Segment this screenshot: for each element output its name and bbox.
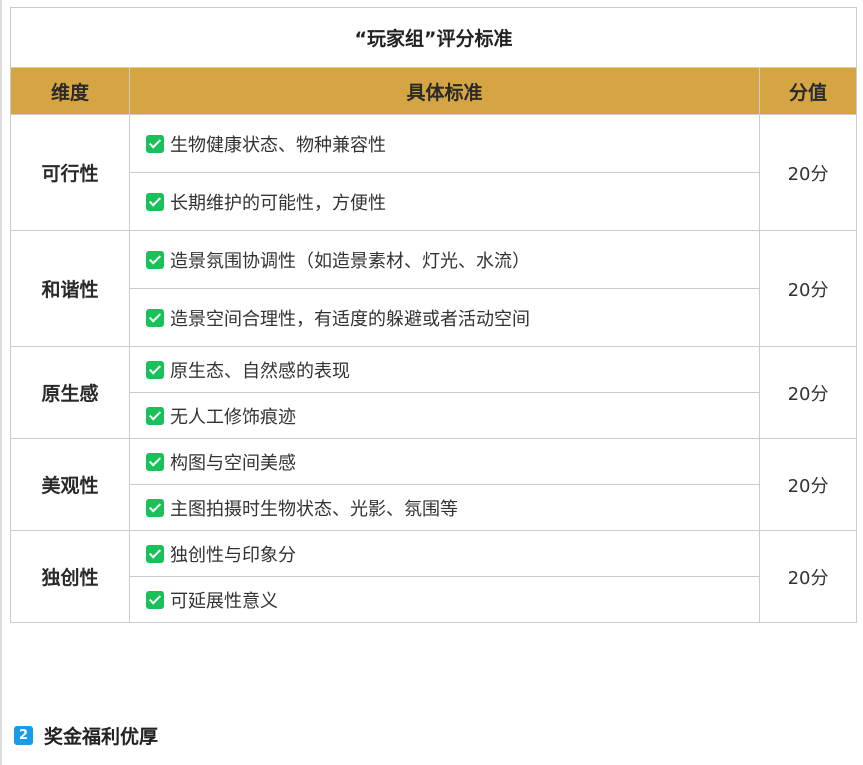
table-header-row: 维度 具体标准 分值: [10, 67, 858, 115]
check-box-icon: [146, 360, 164, 379]
criteria-text: 主图拍摄时生物状态、光影、氛围等: [170, 498, 458, 520]
table-row: 造景空间合理性，有适度的躲避或者活动空间: [11, 288, 857, 347]
table-row: 可行性 生物健康状态、物种兼容性 20分: [10, 114, 858, 231]
criteria-text: 生物健康状态、物种兼容性: [170, 134, 386, 156]
table-row: 主图拍摄时生物状态、光影、氛围等: [11, 484, 857, 531]
score-cell: 20分: [758, 114, 858, 231]
criteria-cell: 长期维护的可能性，方便性: [129, 172, 760, 231]
table-row: 无人工修饰痕迹: [11, 392, 857, 439]
section-heading: 2 奖金福利优厚: [14, 722, 158, 749]
header-score: 分值: [758, 67, 858, 115]
criteria-cell: 可延展性意义: [129, 576, 760, 623]
score-cell: 20分: [758, 346, 858, 439]
table-row: 长期维护的可能性，方便性: [11, 172, 857, 231]
section-title: 奖金福利优厚: [44, 726, 159, 748]
check-box-icon: [146, 250, 164, 269]
criteria-text: 长期维护的可能性，方便性: [170, 192, 386, 214]
criteria-text: 原生态、自然感的表现: [170, 360, 350, 382]
check-box-icon: [146, 308, 164, 327]
dimension-cell: 美观性: [10, 438, 130, 531]
criteria-cell: 造景空间合理性，有适度的躲避或者活动空间: [129, 288, 760, 347]
check-box-icon: [146, 192, 164, 211]
table-row: 和谐性 造景氛围协调性（如造景素材、灯光、水流） 20分: [10, 230, 858, 347]
criteria-cell: 无人工修饰痕迹: [129, 392, 760, 439]
score-cell: 20分: [758, 230, 858, 347]
section-number-badge: 2: [14, 726, 33, 745]
table-row: 独创性 独创性与印象分 20分: [10, 530, 858, 623]
score-cell: 20分: [758, 438, 858, 531]
criteria-cell: 主图拍摄时生物状态、光影、氛围等: [129, 484, 760, 531]
criteria-text: 无人工修饰痕迹: [170, 406, 296, 428]
table-row: 美观性 构图与空间美感 20分: [10, 438, 858, 531]
check-box-icon: [146, 590, 164, 609]
check-box-icon: [146, 406, 164, 425]
dimension-cell: 原生感: [10, 346, 130, 439]
criteria-cell: 造景氛围协调性（如造景素材、灯光、水流）: [129, 230, 760, 289]
check-box-icon: [146, 134, 164, 153]
criteria-cell: 独创性与印象分: [129, 530, 760, 577]
check-box-icon: [146, 452, 164, 471]
criteria-text: 独创性与印象分: [170, 544, 296, 566]
criteria-text: 构图与空间美感: [170, 452, 296, 474]
header-criteria: 具体标准: [129, 67, 760, 115]
check-box-icon: [146, 544, 164, 563]
header-dimension: 维度: [10, 67, 130, 115]
dimension-cell: 独创性: [10, 530, 130, 623]
criteria-cell: 构图与空间美感: [129, 438, 760, 485]
criteria-cell: 原生态、自然感的表现: [129, 346, 760, 393]
table-row: 原生感 原生态、自然感的表现 20分: [10, 346, 858, 439]
criteria-text: 造景氛围协调性（如造景素材、灯光、水流）: [170, 250, 530, 272]
criteria-text: 造景空间合理性，有适度的躲避或者活动空间: [170, 308, 530, 330]
scoring-table: “玩家组”评分标准 维度 具体标准 分值 可行性 生物健康状态、物种兼容性 20…: [9, 7, 858, 623]
page-left-rule: [0, 0, 2, 765]
table-row: 可延展性意义: [11, 576, 857, 623]
check-box-icon: [146, 498, 164, 517]
criteria-cell: 生物健康状态、物种兼容性: [129, 114, 760, 173]
score-cell: 20分: [758, 530, 858, 623]
dimension-cell: 可行性: [10, 114, 130, 231]
criteria-text: 可延展性意义: [170, 590, 278, 612]
table-title: “玩家组”评分标准: [9, 7, 858, 68]
dimension-cell: 和谐性: [10, 230, 130, 347]
